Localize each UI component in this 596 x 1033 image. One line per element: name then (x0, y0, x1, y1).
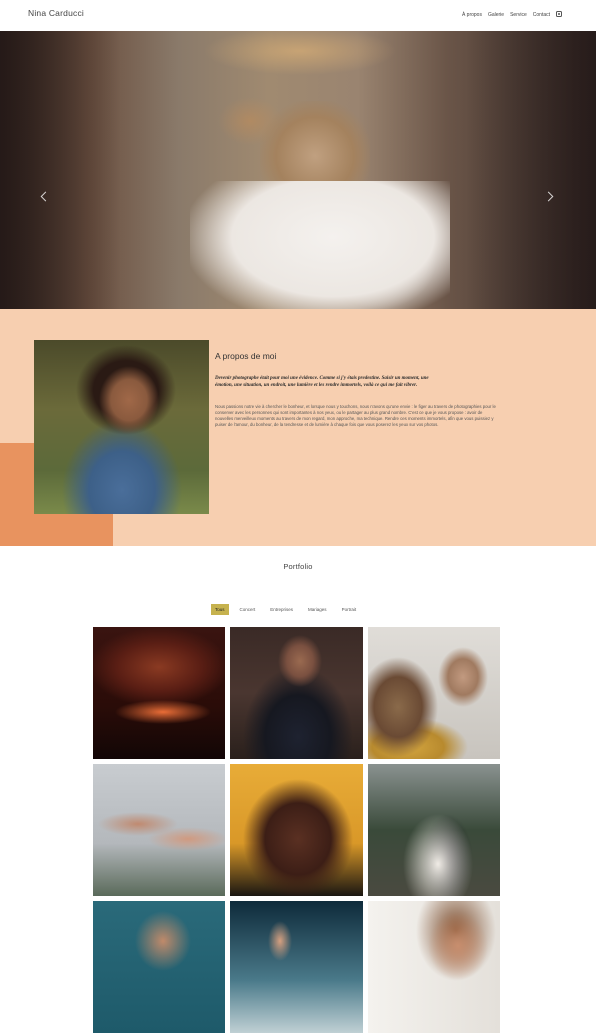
gallery-image-man-portrait[interactable] (230, 764, 363, 896)
site-header: Nina Carducci À propos Galerie Service C… (0, 0, 596, 31)
gallery-filters: Tous Concert Entreprises Mariages Portra… (211, 604, 360, 615)
gallery-image-concert-crowd[interactable] (93, 627, 225, 759)
gallery-image-laughing-woman[interactable] (368, 901, 500, 1033)
instagram-icon[interactable] (556, 11, 562, 17)
gallery-image-woman-glasses[interactable] (93, 901, 225, 1033)
brand-name[interactable]: Nina Carducci (28, 8, 84, 18)
gallery-image-wedding-couple[interactable] (368, 764, 500, 896)
hero-crowd-right (466, 31, 596, 309)
gallery-image-smiling-woman[interactable] (368, 627, 500, 759)
hero-bride-dress (190, 181, 450, 309)
filter-portrait[interactable]: Portrait (338, 604, 361, 615)
nav-link-service[interactable]: Service (510, 12, 527, 18)
about-portrait-image (34, 340, 209, 514)
about-body-text: Nous passions notre vie à chercher le bo… (215, 404, 496, 427)
gallery-grid (93, 627, 501, 1033)
portfolio-title: Portfolio (283, 562, 313, 571)
about-title: A propos de moi (215, 351, 277, 361)
main-nav: À propos Galerie Service Contact (462, 12, 550, 18)
about-section: A propos de moi Devenir photographe étai… (0, 309, 596, 546)
filter-concert[interactable]: Concert (236, 604, 260, 615)
gallery-image-businessman[interactable] (230, 627, 363, 759)
filter-weddings[interactable]: Mariages (304, 604, 331, 615)
filter-all[interactable]: Tous (211, 604, 229, 615)
gallery-image-concert-hand[interactable] (230, 901, 363, 1033)
nav-link-about[interactable]: À propos (462, 12, 482, 18)
about-lead-text: Devenir photographe était pour moi une é… (215, 376, 429, 388)
hero-crowd-left (0, 31, 120, 309)
hero-carousel (0, 31, 596, 309)
nav-link-gallery[interactable]: Galerie (488, 12, 504, 18)
filter-enterprises[interactable]: Entreprises (266, 604, 297, 615)
gallery-image-hands[interactable] (93, 764, 225, 896)
nav-link-contact[interactable]: Contact (533, 12, 550, 18)
